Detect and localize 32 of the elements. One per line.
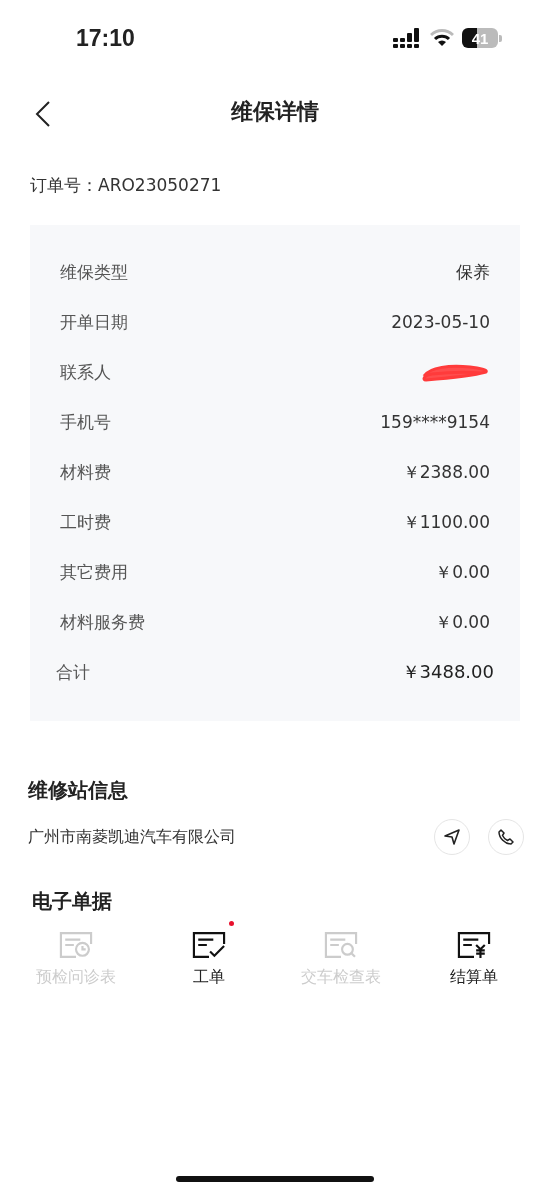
- total-amount: ￥3488.00: [401, 660, 494, 684]
- section-title: 维修站信息: [28, 777, 129, 804]
- document-button[interactable]: 工单: [189, 927, 228, 992]
- navigate-button[interactable]: [434, 819, 470, 855]
- detail-label: 开单日期: [60, 310, 128, 334]
- status-time: 17:10: [76, 24, 136, 52]
- detail-label: 联系人: [60, 360, 111, 384]
- detail-value: ￥0.00: [435, 560, 490, 584]
- detail-value: ￥2388.00: [402, 460, 490, 484]
- detail-value: 2023-05-10: [391, 312, 490, 332]
- call-button[interactable]: [488, 819, 524, 855]
- order-number: 订单号：ARO23050271: [29, 174, 223, 197]
- detail-value: ￥0.00: [435, 610, 490, 634]
- detail-value: ￥1100.00: [402, 510, 490, 534]
- station-name: 广州市南菱凯迪汽车有限公司: [28, 826, 236, 848]
- detail-label: 材料费: [60, 460, 111, 484]
- navigation-arrow-icon: [443, 828, 461, 846]
- detail-label: 手机号: [60, 410, 111, 434]
- detail-value: 159****9154: [380, 412, 490, 432]
- detail-value: 保养: [456, 260, 490, 284]
- detail-label: 维保类型: [60, 260, 128, 284]
- document-button[interactable]: 结算单: [449, 927, 498, 992]
- signal-icon: [393, 28, 422, 48]
- detail-label: 工时费: [60, 510, 111, 534]
- detail-label: 材料服务费: [60, 610, 145, 634]
- section-title: 电子单据: [32, 888, 113, 915]
- detail-label: 其它费用: [60, 560, 128, 584]
- detail-label: 合计: [56, 660, 90, 684]
- wifi-icon: [430, 29, 454, 47]
- back-icon: [34, 100, 52, 128]
- page-title: 维保详情: [231, 98, 319, 126]
- phone-icon: [497, 828, 515, 846]
